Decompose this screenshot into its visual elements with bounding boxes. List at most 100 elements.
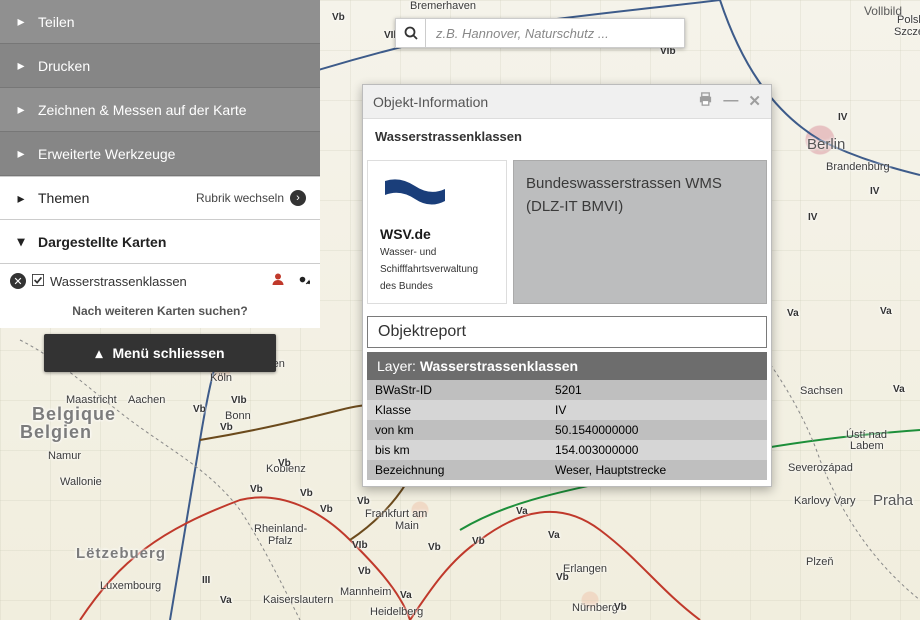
class-va-5: Va: [516, 506, 528, 517]
city-szcze: Szcze: [894, 26, 920, 38]
class-iv-1: IV: [838, 112, 847, 123]
class-vb-4: Vb: [220, 422, 233, 433]
class-vib-4: VIb: [352, 540, 368, 551]
layer-settings-button[interactable]: [295, 272, 310, 290]
region-sachsen: Sachsen: [800, 385, 843, 397]
chevron-right-icon: ▸: [14, 190, 28, 207]
sidebar: ▸ Teilen ▸ Drucken ▸ Zeichnen & Messen a…: [0, 0, 320, 372]
layer-name: Wasserstrassenklassen: [50, 274, 187, 289]
user-icon: [271, 272, 285, 286]
sidebar-item-label: Erweiterte Werkzeuge: [38, 146, 175, 162]
gear-icon: [295, 272, 310, 287]
popup-minimize-button[interactable]: —: [723, 92, 738, 111]
checkbox-checked-icon: [32, 274, 44, 286]
class-va-2: Va: [880, 306, 892, 317]
sidebar-item-displayed-maps[interactable]: ▾ Dargestellte Karten: [0, 220, 320, 264]
layer-header: Layer: Wasserstrassenklassen: [367, 352, 767, 380]
popup-section-title: Wasserstrassenklassen: [363, 119, 771, 154]
table-row: BWaStr-ID5201: [367, 380, 767, 400]
class-va-3: Va: [893, 384, 905, 395]
city-koln: Köln: [210, 372, 232, 384]
wsv-line1: Wasser- und: [380, 246, 494, 259]
class-vb-8: Vb: [320, 504, 333, 515]
class-vb-1: Vb: [332, 12, 345, 23]
close-menu-button[interactable]: ▴ Menü schliessen: [44, 334, 276, 372]
chevron-right-icon: ▸: [14, 57, 28, 74]
wsv-line3: des Bundes: [380, 280, 494, 293]
object-report-heading: Objektreport: [367, 316, 767, 348]
sidebar-item-share[interactable]: ▸ Teilen: [0, 0, 320, 44]
layer-value: Wasserstrassenklassen: [420, 358, 578, 374]
region-wallonie: Wallonie: [60, 476, 102, 488]
class-vb-13: Vb: [556, 572, 569, 583]
attribute-table: BWaStr-ID5201 KlasseIV von km50.15400000…: [367, 380, 767, 480]
city-usti-2: Labem: [850, 440, 884, 452]
search-bar: [395, 18, 685, 48]
city-plzen: Plzeň: [806, 556, 834, 568]
class-iv-3: IV: [808, 212, 817, 223]
city-kaiserslautern: Kaiserslautern: [263, 594, 333, 606]
table-row: BezeichnungWeser, Hauptstrecke: [367, 460, 767, 480]
sidebar-item-advanced-tools[interactable]: ▸ Erweiterte Werkzeuge: [0, 132, 320, 176]
sidebar-item-print[interactable]: ▸ Drucken: [0, 44, 320, 88]
chevron-right-circle-icon: ›: [290, 190, 306, 206]
city-frankfurt-2: Main: [395, 520, 419, 532]
print-icon: [698, 92, 713, 107]
country-belgien: Belgien: [20, 422, 92, 443]
class-vb-3: Vb: [193, 404, 206, 415]
sidebar-item-draw-measure[interactable]: ▸ Zeichnen & Messen auf der Karte: [0, 88, 320, 132]
popup-title: Objekt-Information: [373, 94, 488, 110]
remove-layer-button[interactable]: ✕: [10, 273, 26, 289]
city-aachen: Aachen: [128, 394, 165, 406]
popup-print-button[interactable]: [698, 92, 713, 111]
class-vb-11: Vb: [428, 542, 441, 553]
city-frankfurt-1: Frankfurt am: [365, 508, 427, 520]
region-severozapad: Severozápad: [788, 462, 853, 474]
layer-user-icon[interactable]: [271, 272, 285, 290]
popup-close-button[interactable]: ✕: [748, 92, 761, 111]
sidebar-item-themes[interactable]: ▸ Themen Rubrik wechseln ›: [0, 176, 320, 220]
close-menu-label: Menü schliessen: [112, 345, 224, 361]
city-bremerhaven: Bremerhaven: [410, 0, 476, 12]
layer-visibility-checkbox[interactable]: [32, 274, 44, 289]
wms-line1: Bundeswasserstrassen WMS: [526, 175, 754, 192]
class-vb-7: Vb: [300, 488, 313, 499]
region-brandenburg: Brandenburg: [826, 161, 890, 173]
city-erlangen: Erlangen: [563, 563, 607, 575]
class-va-1: Va: [787, 308, 799, 319]
class-vb-14: Vb: [614, 602, 627, 613]
popup-header[interactable]: Objekt-Information — ✕: [363, 85, 771, 119]
class-vib-3: VIb: [231, 395, 247, 406]
chevron-down-icon: ▾: [14, 233, 28, 250]
fullscreen-toggle[interactable]: Vollbild: [864, 4, 902, 18]
city-koblenz: Koblenz: [266, 463, 306, 475]
city-mannheim: Mannheim: [340, 586, 391, 598]
chevron-right-icon: ▸: [14, 145, 28, 162]
wsv-line2: Schifffahrtsverwaltung: [380, 263, 494, 276]
class-vb-6: Vb: [250, 484, 263, 495]
city-praha: Praha: [873, 492, 913, 509]
region-rheinland: Rheinland-: [254, 523, 307, 535]
table-row: von km50.1540000000: [367, 420, 767, 440]
country-letzebuerg: Lëtzebuerg: [76, 545, 166, 562]
city-nurnberg: Nürnberg: [572, 602, 618, 614]
sidebar-item-label: Dargestellte Karten: [38, 234, 166, 250]
sidebar-item-label: Teilen: [38, 14, 75, 30]
switch-rubric-button[interactable]: Rubrik wechseln ›: [196, 190, 306, 206]
class-vb-10: Vb: [358, 566, 371, 577]
search-more-layers-link[interactable]: Nach weiteren Karten suchen?: [0, 296, 320, 328]
chevron-right-icon: ▸: [14, 101, 28, 118]
class-va-4: Va: [400, 590, 412, 601]
switch-rubric-label: Rubrik wechseln: [196, 191, 284, 205]
chevron-right-icon: ▸: [14, 13, 28, 30]
wms-line2: (DLZ-IT BMVI): [526, 198, 754, 215]
search-input[interactable]: [425, 18, 685, 48]
layer-row: ✕ Wasserstrassenklassen: [0, 264, 320, 296]
city-berlin: Berlin: [807, 136, 845, 153]
search-button[interactable]: [395, 18, 425, 48]
wms-info-box: Bundeswasserstrassen WMS (DLZ-IT BMVI): [513, 160, 767, 304]
sidebar-item-label: Zeichnen & Messen auf der Karte: [38, 102, 247, 118]
class-vb-5: Vb: [278, 458, 291, 469]
region-pfalz: Pfalz: [268, 535, 292, 547]
search-icon: [404, 26, 418, 40]
